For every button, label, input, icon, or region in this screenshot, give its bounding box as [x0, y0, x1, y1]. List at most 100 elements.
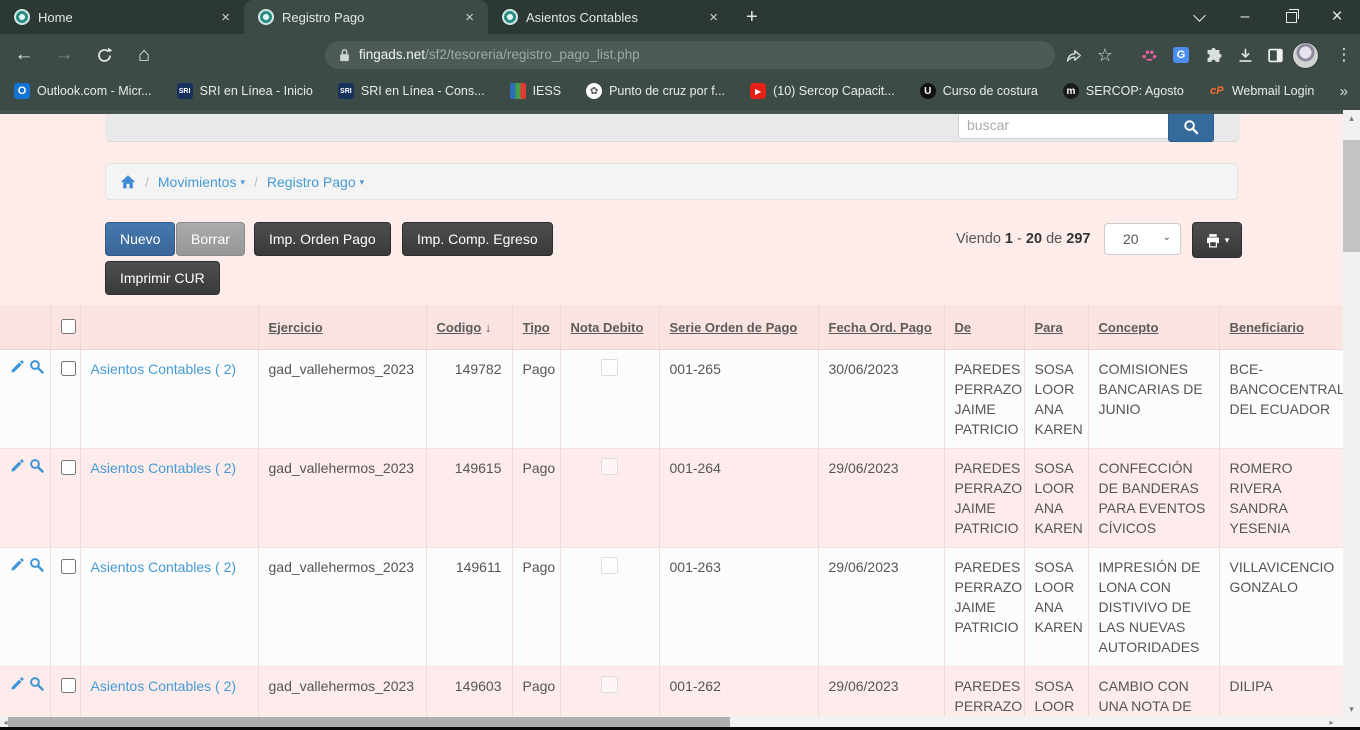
edit-pencil-icon[interactable] — [10, 557, 25, 572]
vertical-scrollbar[interactable]: ▴ ▾ — [1343, 110, 1360, 717]
asientos-contables-link[interactable]: Asientos Contables ( 2) — [91, 460, 237, 476]
view-magnifier-icon[interactable] — [29, 458, 44, 473]
side-panel-icon[interactable] — [1261, 34, 1289, 76]
window-minimize-button[interactable]: – — [1222, 0, 1268, 34]
asientos-contables-link[interactable]: Asientos Contables ( 2) — [91, 559, 237, 575]
scroll-up-icon[interactable]: ▴ — [1343, 110, 1360, 126]
back-icon[interactable]: ← — [10, 34, 38, 76]
edit-pencil-icon[interactable] — [10, 359, 25, 374]
header-nota-debito[interactable]: Nota Debito — [571, 320, 644, 335]
nuevo-button[interactable]: Nuevo — [105, 222, 175, 256]
page-size-select[interactable]: 20 ⌄ — [1104, 223, 1181, 255]
window-restore-button[interactable] — [1268, 0, 1314, 34]
bookmark-punto-de-cruz[interactable]: ✿Punto de cruz por f... — [586, 83, 725, 99]
scroll-right-icon[interactable]: ▸ — [1323, 717, 1340, 727]
imp-comp-egreso-button[interactable]: Imp. Comp. Egreso — [402, 222, 553, 256]
sort-desc-icon: ↓ — [485, 320, 492, 335]
bookmark-star-icon[interactable]: ☆ — [1091, 34, 1119, 76]
horizontal-scroll-thumb[interactable] — [8, 717, 730, 727]
reload-icon[interactable] — [90, 34, 118, 76]
bookmark-sercop-agosto[interactable]: mSERCOP: Agosto — [1063, 83, 1184, 99]
window-close-button[interactable]: × — [1314, 0, 1360, 34]
header-serie-orden-pago[interactable]: Serie Orden de Pago — [670, 320, 798, 335]
youtube-icon: ▶ — [750, 83, 766, 99]
tab-registro-pago[interactable]: Registro Pago × — [244, 0, 488, 34]
address-bar[interactable]: fingads.net/sf2/tesoreria/registro_pago_… — [325, 41, 1055, 69]
profile-avatar-icon[interactable] — [1291, 34, 1319, 76]
tab-close-icon[interactable]: × — [461, 9, 478, 26]
new-tab-button[interactable]: + — [732, 6, 772, 29]
extension-pink-icon[interactable] — [1135, 34, 1163, 76]
view-magnifier-icon[interactable] — [29, 676, 44, 691]
borrar-button[interactable]: Borrar — [176, 222, 245, 256]
bookmark-sri-inicio[interactable]: SRISRI en Línea - Inicio — [177, 83, 313, 99]
row-checkbox[interactable] — [61, 559, 76, 574]
tab-close-icon[interactable]: × — [217, 9, 234, 26]
vertical-scroll-thumb[interactable] — [1343, 140, 1360, 252]
search-button[interactable] — [1168, 111, 1214, 142]
home-icon[interactable]: ⌂ — [130, 34, 158, 76]
site-favicon — [258, 9, 274, 25]
tab-title: Home — [38, 10, 209, 25]
table-row: Asientos Contables ( 2) gad_vallehermos_… — [0, 449, 1343, 548]
forward-icon[interactable]: → — [50, 34, 78, 76]
nota-debito-checkbox — [601, 557, 618, 574]
row-checkbox[interactable] — [61, 361, 76, 376]
site-favicon — [14, 9, 30, 25]
scroll-down-icon[interactable]: ▾ — [1343, 701, 1360, 717]
sri-icon: SRI — [338, 83, 354, 99]
row-checkbox[interactable] — [61, 460, 76, 475]
tab-asientos-contables[interactable]: Asientos Contables × — [488, 0, 732, 34]
asientos-contables-link[interactable]: Asientos Contables ( 2) — [91, 361, 237, 377]
breadcrumb-registro-pago[interactable]: Registro Pago▾ — [267, 174, 364, 190]
bookmark-webmail[interactable]: cPWebmail Login — [1209, 83, 1314, 99]
breadcrumb-home-icon[interactable] — [120, 174, 136, 190]
bookmark-sri-consultas[interactable]: SRISRI en Línea - Cons... — [338, 83, 485, 99]
printer-icon — [1205, 233, 1221, 248]
search-icon — [1183, 119, 1199, 135]
tab-close-icon[interactable]: × — [705, 9, 722, 26]
table-row: Asientos Contables ( 2) gad_vallehermos_… — [0, 350, 1343, 449]
header-fecha-ord-pago[interactable]: Fecha Ord. Pago — [829, 320, 932, 335]
asientos-contables-link[interactable]: Asientos Contables ( 2) — [91, 678, 237, 694]
viewing-status: Viendo 1 - 20 de 297 — [956, 231, 1090, 247]
bookmark-outlook[interactable]: OOutlook.com - Micr... — [14, 83, 152, 99]
edit-pencil-icon[interactable] — [10, 676, 25, 691]
print-button[interactable]: ▾ — [1192, 222, 1242, 258]
row-checkbox[interactable] — [61, 678, 76, 693]
header-ejercicio[interactable]: Ejercicio — [269, 320, 323, 335]
share-icon[interactable] — [1059, 34, 1087, 76]
header-tipo[interactable]: Tipo — [523, 320, 550, 335]
imp-orden-pago-button[interactable]: Imp. Orden Pago — [254, 222, 391, 256]
cell-codigo: 149615 — [426, 449, 512, 548]
tab-home[interactable]: Home × — [0, 0, 244, 34]
bookmark-iess[interactable]: IESS — [510, 83, 562, 99]
header-concepto[interactable]: Concepto — [1099, 320, 1159, 335]
browser-menu-kebab-icon[interactable]: ⋮ — [1330, 34, 1358, 76]
bookmarks-overflow-icon[interactable]: » — [1340, 83, 1348, 100]
header-beneficiario[interactable]: Beneficiario — [1230, 320, 1304, 335]
cell-beneficiario: BCE-BANCOCENTRAL DEL ECUADOR — [1219, 350, 1343, 449]
window-controls: – × — [1176, 0, 1360, 34]
search-input[interactable] — [958, 111, 1176, 139]
translate-icon[interactable]: G — [1167, 34, 1195, 76]
site-favicon — [502, 9, 518, 25]
header-de[interactable]: De — [955, 320, 972, 335]
breadcrumb-movimientos[interactable]: Movimientos▾ — [158, 174, 245, 190]
tab-search-chevron-icon[interactable] — [1176, 0, 1222, 34]
cell-tipo: Pago — [512, 548, 560, 667]
imprimir-cur-button[interactable]: Imprimir CUR — [105, 261, 220, 295]
downloads-icon[interactable] — [1231, 34, 1259, 76]
tab-bar: Home × Registro Pago × Asientos Contable… — [0, 0, 1360, 34]
extensions-puzzle-icon[interactable] — [1199, 34, 1227, 76]
header-para[interactable]: Para — [1035, 320, 1063, 335]
select-all-checkbox[interactable] — [61, 319, 76, 334]
horizontal-scrollbar[interactable]: ◂ ▸ — [0, 717, 1360, 727]
view-magnifier-icon[interactable] — [29, 557, 44, 572]
bookmark-curso-costura[interactable]: UCurso de costura — [920, 83, 1038, 99]
edit-pencil-icon[interactable] — [10, 458, 25, 473]
bookmark-sercop-youtube[interactable]: ▶(10) Sercop Capacit... — [750, 83, 895, 99]
header-codigo[interactable]: Codigo — [437, 320, 482, 335]
view-magnifier-icon[interactable] — [29, 359, 44, 374]
cell-para: SOSA LOOR ANA KAREN — [1024, 449, 1088, 548]
